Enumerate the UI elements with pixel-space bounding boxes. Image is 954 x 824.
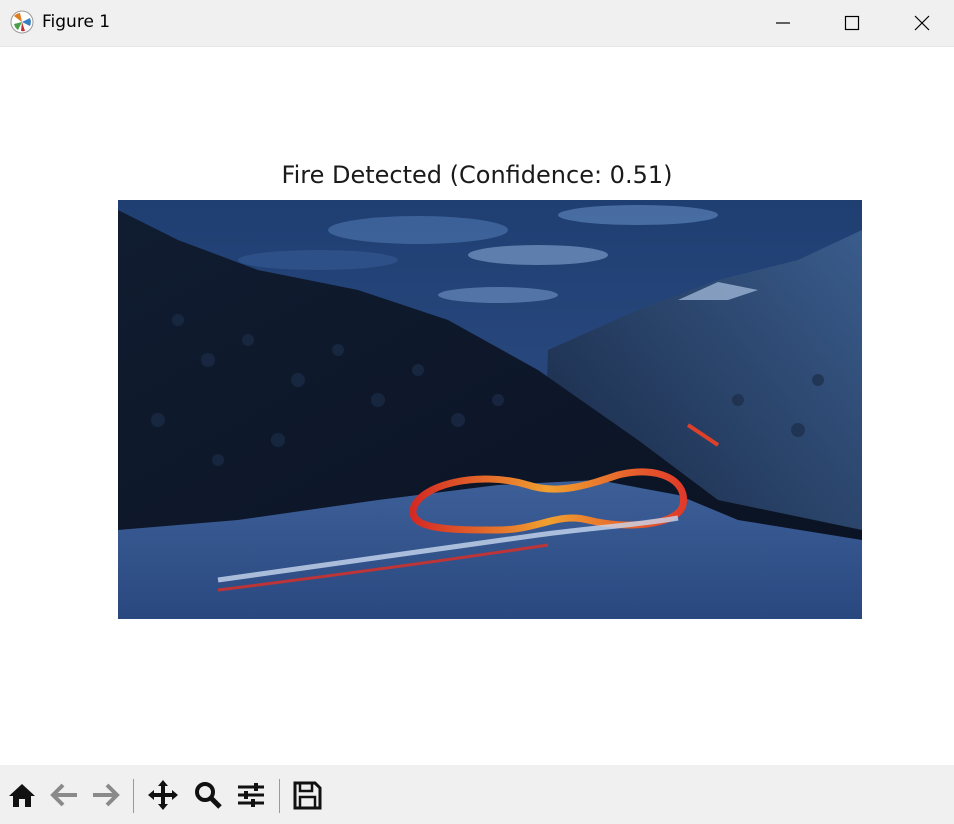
toolbar-separator [279, 779, 280, 813]
save-button[interactable] [289, 777, 325, 813]
figure-image [118, 200, 862, 619]
pan-icon [148, 780, 178, 810]
close-button[interactable] [887, 0, 954, 46]
window-title: Figure 1 [42, 12, 111, 32]
configure-subplots-icon [238, 783, 264, 807]
maximize-button[interactable] [817, 0, 887, 46]
navigation-toolbar [0, 765, 954, 824]
back-button[interactable] [46, 777, 82, 813]
home-button[interactable] [4, 777, 40, 813]
zoom-icon [195, 782, 222, 809]
configure-subplots-button[interactable] [233, 777, 269, 813]
maximize-icon [844, 15, 860, 31]
figure-title: Fire Detected (Confidence: 0.51) [281, 161, 673, 189]
forward-icon [93, 783, 120, 807]
save-icon [293, 781, 322, 810]
forward-button[interactable] [88, 777, 124, 813]
minimize-button[interactable] [748, 0, 818, 46]
back-icon [50, 783, 77, 807]
window-titlebar: Figure 1 [0, 0, 954, 47]
matplotlib-icon [10, 10, 34, 34]
zoom-button[interactable] [190, 777, 226, 813]
close-icon [914, 15, 930, 31]
landscape-image [118, 200, 862, 619]
toolbar-separator [133, 779, 134, 813]
pan-button[interactable] [145, 777, 181, 813]
home-icon [9, 784, 35, 807]
figure-canvas[interactable]: Fire Detected (Confidence: 0.51) [0, 47, 954, 765]
minimize-icon [776, 22, 790, 24]
